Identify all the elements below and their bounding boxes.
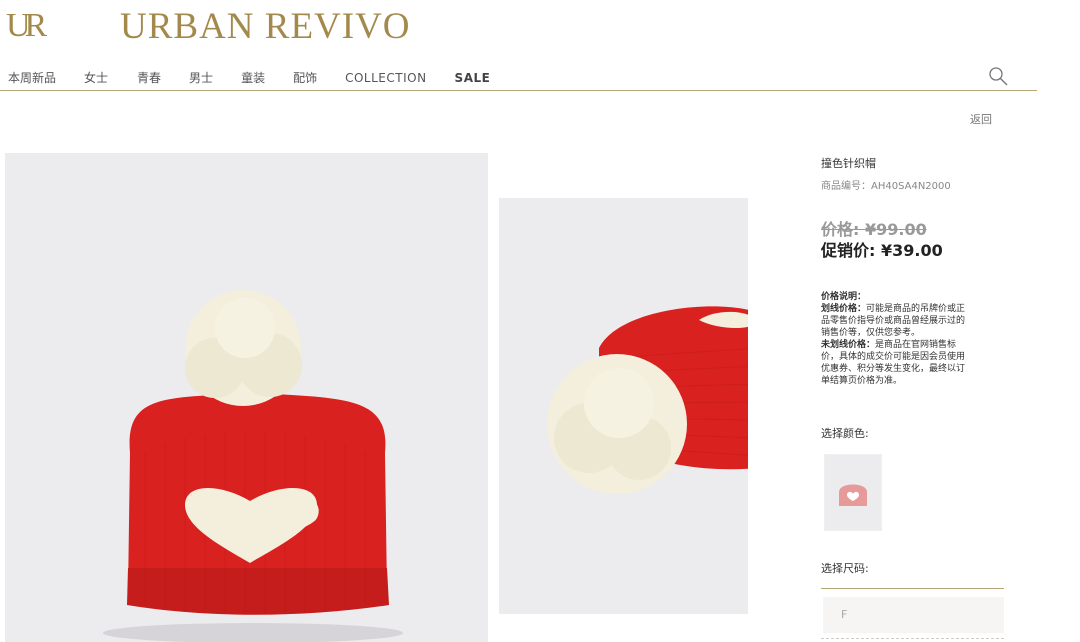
red-beanie-side-image bbox=[547, 306, 748, 494]
size-divider-bottom bbox=[821, 638, 1004, 640]
size-divider bbox=[821, 588, 1004, 589]
color-label: 选择颜色: bbox=[821, 427, 869, 440]
product-image-side[interactable] bbox=[499, 198, 748, 614]
nav-item-accessories[interactable]: 配饰 bbox=[293, 70, 317, 86]
nav-item-men[interactable]: 男士 bbox=[189, 70, 213, 86]
price-explanation: 价格说明： 划线价格：可能是商品的吊牌价或正品零售价指导价或商品曾经展示过的销售… bbox=[821, 291, 971, 387]
nostrike-price-label: 未划线价格： bbox=[821, 340, 876, 350]
nav-item-sale[interactable]: SALE bbox=[455, 70, 491, 86]
strike-price-label: 划线价格： bbox=[821, 304, 867, 314]
nav-item-women[interactable]: 女士 bbox=[84, 70, 108, 86]
red-beanie-image bbox=[103, 290, 403, 642]
original-price: 价格: ¥99.00 bbox=[821, 220, 927, 239]
brand-logo-text[interactable]: URBAN REVIVO bbox=[120, 8, 411, 46]
product-name: 撞色针织帽 bbox=[821, 157, 876, 170]
nav-item-collection[interactable]: COLLECTION bbox=[345, 70, 426, 86]
product-code: 商品编号：AH40SA4N2000 bbox=[821, 181, 951, 192]
size-label: 选择尺码: bbox=[821, 562, 869, 575]
color-swatch[interactable] bbox=[824, 454, 882, 531]
product-image-main[interactable] bbox=[5, 153, 488, 642]
nav-item-new[interactable]: 本周新品 bbox=[8, 70, 56, 86]
nav-item-kids[interactable]: 童装 bbox=[241, 70, 265, 86]
search-icon[interactable] bbox=[988, 66, 1008, 86]
back-link[interactable]: 返回 bbox=[970, 113, 992, 127]
size-option[interactable]: F bbox=[823, 597, 1004, 633]
price-explanation-title: 价格说明： bbox=[821, 292, 867, 302]
nav-divider bbox=[0, 90, 1037, 91]
main-nav: 本周新品 女士 青春 男士 童装 配饰 COLLECTION SALE bbox=[8, 70, 490, 86]
beanie-thumbnail-icon bbox=[839, 484, 867, 506]
brand-logo-mark[interactable]: UR bbox=[6, 8, 47, 44]
sale-price: 促销价: ¥39.00 bbox=[821, 241, 943, 260]
nav-item-youth[interactable]: 青春 bbox=[137, 70, 161, 86]
